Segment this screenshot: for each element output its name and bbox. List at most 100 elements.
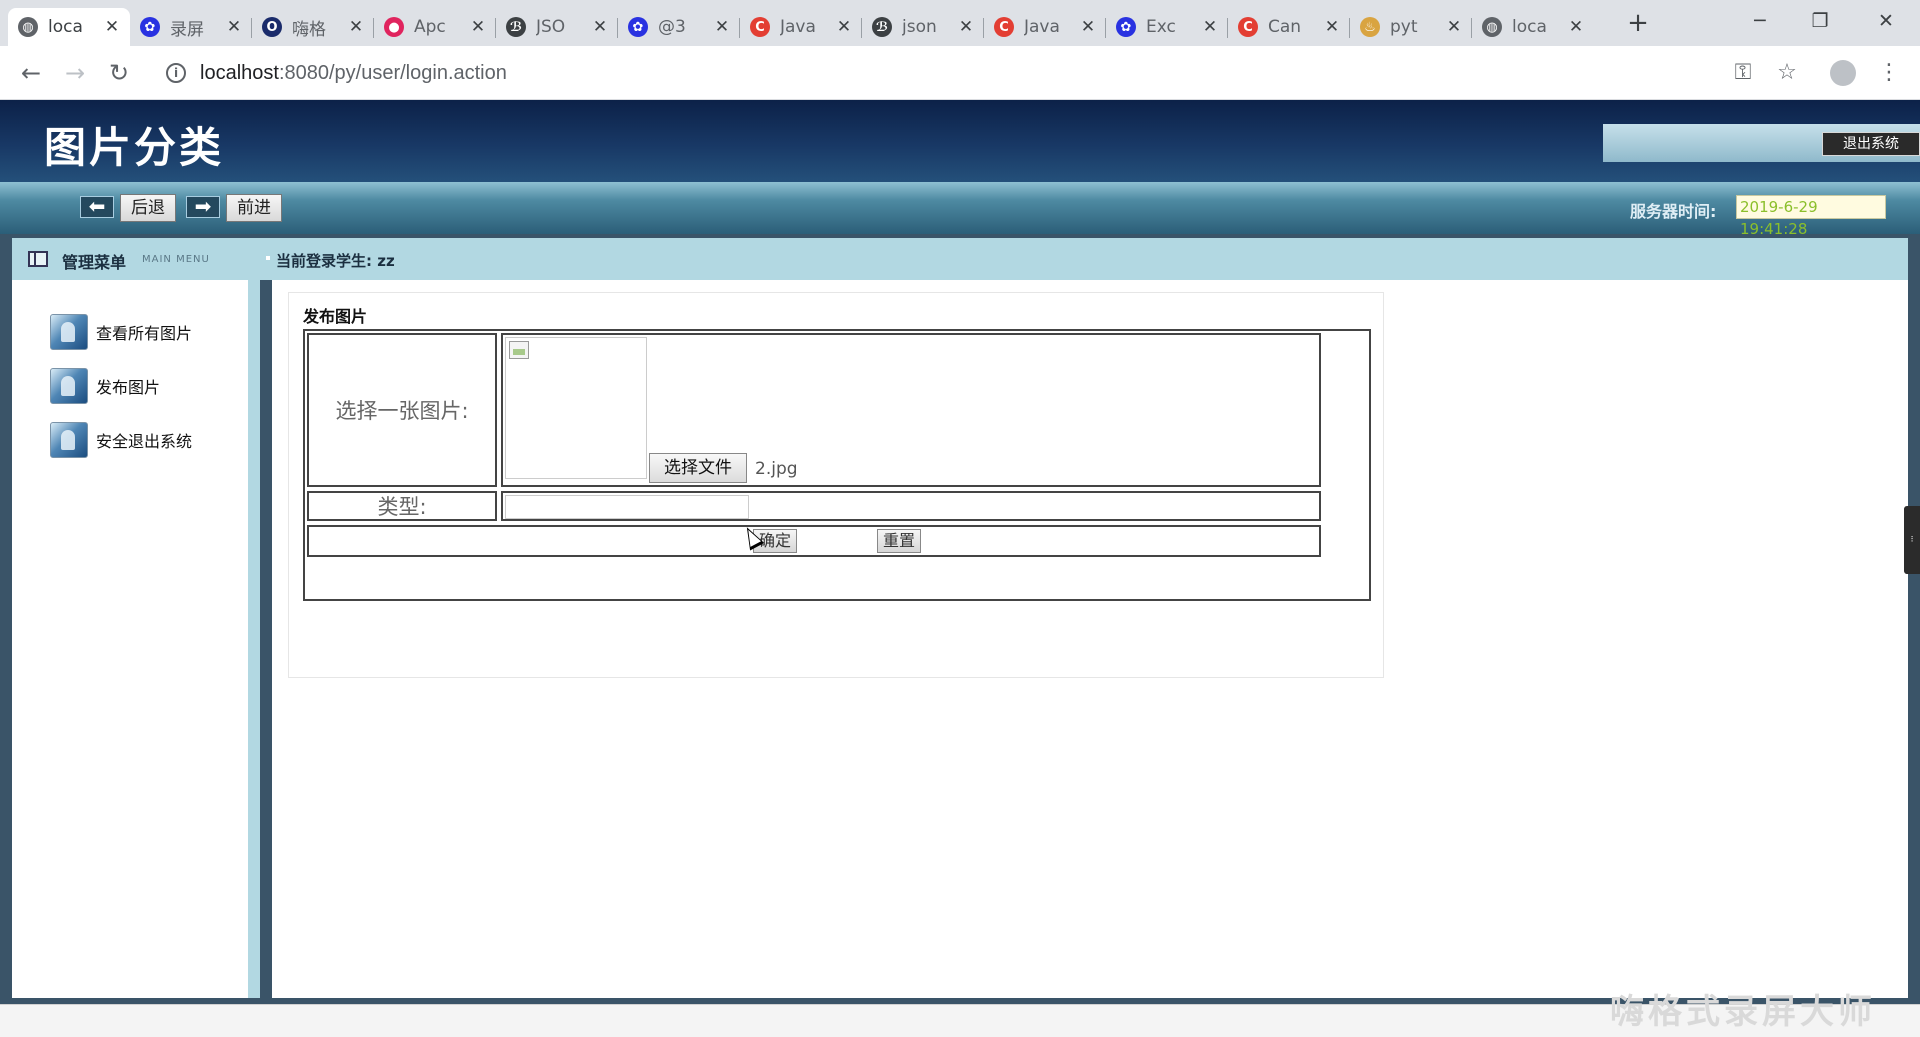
sidebar-item-label: 安全退出系统 (96, 432, 193, 451)
close-tab-icon[interactable]: ✕ (958, 17, 974, 37)
close-tab-icon[interactable]: ✕ (104, 17, 120, 37)
profile-avatar-icon[interactable] (1830, 60, 1856, 86)
tab-title: Java (780, 17, 816, 37)
sidebar: 查看所有图片 发布图片 安全退出系统 (12, 280, 260, 998)
forward-button[interactable]: 前进 (226, 194, 282, 222)
publish-form: 选择一张图片: 选择文件 2.jpg 类型: 确定 重置 (303, 329, 1371, 601)
tab-separator (861, 18, 862, 38)
tab-title: Java (1024, 17, 1060, 37)
menu-subtitle: MAIN MENU (142, 254, 210, 265)
tab-separator (617, 18, 618, 38)
baidu-paw-icon: ✿ (1116, 17, 1136, 37)
tab-title: JSO (536, 17, 566, 37)
baidu-paw-icon: ✿ (628, 17, 648, 37)
minimize-button[interactable]: ─ (1730, 6, 1790, 36)
server-time-label: 服务器时间: (1630, 202, 1717, 221)
forward-arrow-icon-button[interactable]: ➡ (186, 196, 220, 218)
site-info-icon[interactable]: i (166, 63, 186, 83)
close-tab-icon[interactable]: ✕ (1202, 17, 1218, 37)
current-user: 当前登录学生: zz (266, 252, 395, 270)
tab-separator (1227, 18, 1228, 38)
bookmark-star-icon[interactable]: ☆ (1772, 58, 1802, 88)
browser-tab[interactable]: ◍ loca ✕ (8, 8, 130, 46)
nav-bar: ⬅ 后退 ➡ 前进 服务器时间: 2019-6-29 19:41:28 (0, 182, 1920, 238)
close-tab-icon[interactable]: ✕ (592, 17, 608, 37)
browser-tab[interactable]: ℬjson ✕ (862, 8, 984, 46)
menu-title: 管理菜单 (62, 253, 127, 272)
tab-separator (1471, 18, 1472, 38)
type-label: 类型: (307, 491, 497, 521)
tab-separator (1349, 18, 1350, 38)
sidebar-item-logout[interactable]: 安全退出系统 (50, 420, 250, 460)
tab-title: loca (1512, 17, 1547, 37)
close-tab-icon[interactable]: ✕ (1324, 17, 1340, 37)
choose-file-button[interactable]: 选择文件 (649, 453, 747, 483)
address-bar[interactable]: i localhost:8080/py/user/login.action (156, 54, 1866, 92)
browser-tab[interactable]: ◍ loca ✕ (1472, 8, 1594, 46)
close-tab-icon[interactable]: ✕ (226, 17, 242, 37)
csdn-icon: C (750, 17, 770, 37)
back-arrow-icon-button[interactable]: ⬅ (80, 196, 114, 218)
app-title: 图片分类 (44, 123, 225, 172)
scroll-icon: ℬ (872, 17, 892, 37)
browser-tab[interactable]: ● Apc ✕ (374, 8, 496, 46)
sidebar-item-publish[interactable]: 发布图片 (50, 366, 250, 406)
globe-icon: ◍ (1482, 17, 1502, 37)
close-tab-icon[interactable]: ✕ (1568, 17, 1584, 37)
close-tab-icon[interactable]: ✕ (1080, 17, 1096, 37)
tab-separator (251, 18, 252, 38)
python-icon: ♨ (1360, 17, 1380, 37)
close-tab-icon[interactable]: ✕ (1446, 17, 1462, 37)
app-icon (50, 314, 88, 350)
menu-window-icon (28, 251, 48, 267)
app-icon (50, 368, 88, 404)
new-tab-button[interactable]: + (1624, 8, 1652, 38)
choose-image-label: 选择一张图片: (307, 333, 497, 487)
close-tab-icon[interactable]: ✕ (714, 17, 730, 37)
tab-separator (983, 18, 984, 38)
tab-separator (739, 18, 740, 38)
baidu-paw-icon: ✿ (140, 17, 160, 37)
url-path: :8080/py/user/login.action (278, 62, 507, 84)
app-frame: 管理菜单 MAIN MENU 当前登录学生: zz 查看所有图片 发布图片 安全… (0, 234, 1920, 1004)
tab-title: Apc (414, 17, 446, 37)
type-input[interactable] (505, 495, 749, 519)
browser-tab[interactable]: ℬ JSO ✕ (496, 8, 618, 46)
browser-tab[interactable]: C Java ✕ (740, 8, 862, 46)
menu-kebab-icon[interactable]: ⋮ (1874, 58, 1904, 88)
sidebar-item-label: 查看所有图片 (96, 324, 193, 343)
close-tab-icon[interactable]: ✕ (470, 17, 486, 37)
browser-tab[interactable]: C Can ✕ (1228, 8, 1350, 46)
logout-button[interactable]: 退出系统 (1822, 132, 1920, 156)
reset-button[interactable]: 重置 (877, 529, 921, 553)
sidebar-item-view-all[interactable]: 查看所有图片 (50, 312, 250, 352)
back-arrow-icon[interactable]: ← (16, 58, 46, 88)
sidebar-item-label: 发布图片 (96, 378, 161, 397)
browser-tab[interactable]: ✿ 录屏 ✕ (130, 8, 252, 46)
reload-icon[interactable]: ↻ (104, 58, 134, 88)
tab-title: json (902, 17, 937, 37)
browser-tab[interactable]: O 嗨格 ✕ (252, 8, 374, 46)
restore-button[interactable]: ❐ (1790, 6, 1850, 36)
forward-arrow-icon[interactable]: → (60, 58, 90, 88)
browser-tab[interactable]: C Java ✕ (984, 8, 1106, 46)
close-tab-icon[interactable]: ✕ (348, 17, 364, 37)
back-button[interactable]: 后退 (120, 194, 176, 222)
browser-tab[interactable]: ♨ pyt ✕ (1350, 8, 1472, 46)
publish-panel: 发布图片 选择一张图片: 选择文件 2.jpg 类型: 确定 重置 (288, 292, 1384, 678)
close-window-button[interactable]: ✕ (1856, 6, 1916, 36)
csdn-icon: C (1238, 17, 1258, 37)
side-panel-handle[interactable]: ⁝ (1904, 506, 1920, 574)
image-cell: 选择文件 2.jpg (501, 333, 1321, 487)
key-icon[interactable]: ⚿ (1728, 58, 1758, 88)
app-icon (50, 422, 88, 458)
close-tab-icon[interactable]: ✕ (836, 17, 852, 37)
content-area: 发布图片 选择一张图片: 选择文件 2.jpg 类型: 确定 重置 (272, 280, 1908, 998)
browser-tab[interactable]: ✿ Exc ✕ (1106, 8, 1228, 46)
url-host: localhost (200, 62, 279, 84)
csdn-icon: C (994, 17, 1014, 37)
tab-title: pyt (1390, 17, 1418, 37)
record-icon: ● (384, 17, 404, 37)
url-text[interactable]: localhost:8080/py/user/login.action (200, 62, 507, 85)
browser-tab[interactable]: ✿ @3 ✕ (618, 8, 740, 46)
